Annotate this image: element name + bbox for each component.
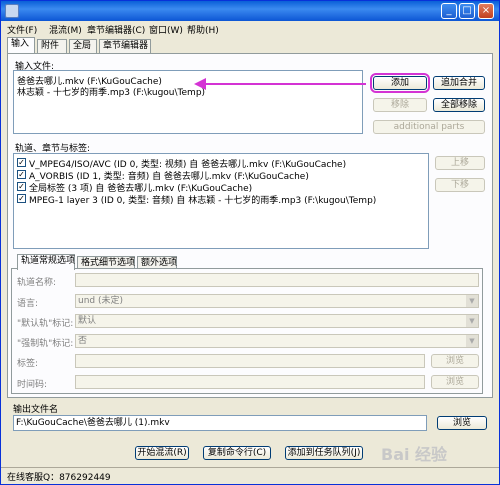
- menu-file[interactable]: 文件(F): [7, 23, 37, 36]
- remove-all-button[interactable]: 全部移除: [433, 98, 485, 112]
- status-text: 在线客服Q：876292449: [7, 473, 111, 483]
- track-checkbox[interactable]: ✓: [17, 170, 26, 179]
- close-button[interactable]: ×: [478, 3, 494, 19]
- watermark: Bai 经验: [381, 445, 448, 464]
- start-mux-button[interactable]: 开始混流(R): [135, 446, 189, 460]
- tab-chapter-editor[interactable]: 章节编辑器: [99, 39, 151, 53]
- menu-chapter-editor[interactable]: 章节编辑器(C): [87, 23, 145, 36]
- track-checkbox[interactable]: ✓: [17, 182, 26, 191]
- output-browse-button[interactable]: 浏览: [437, 416, 487, 430]
- forced-flag-select[interactable]: 否 ▼: [75, 334, 479, 348]
- maximize-button[interactable]: □: [459, 3, 475, 19]
- track-checkbox[interactable]: ✓: [17, 158, 26, 167]
- move-up-button[interactable]: 上移: [435, 156, 485, 170]
- menu-window[interactable]: 窗口(W): [149, 23, 183, 36]
- language-label: 语言:: [17, 299, 39, 309]
- list-item[interactable]: 林志颖 - 十七岁的雨季.mp3 (F:\kugou\Temp): [17, 85, 205, 98]
- tab-global[interactable]: 全局: [69, 39, 97, 53]
- output-label: 输出文件名: [13, 405, 59, 415]
- track-checkbox[interactable]: ✓: [17, 194, 26, 203]
- copy-command-button[interactable]: 复制命令行(C): [203, 446, 271, 460]
- append-button[interactable]: 追加合并: [433, 76, 485, 90]
- tags-field[interactable]: [75, 354, 425, 368]
- tags-label: 标签:: [17, 359, 39, 369]
- tab-input[interactable]: 输入: [7, 37, 35, 53]
- input-files-list[interactable]: 爸爸去哪儿.mkv (F:\KuGouCache) 林志颖 - 十七岁的雨季.m…: [13, 70, 363, 134]
- remove-button[interactable]: 移除: [373, 98, 427, 112]
- move-down-button[interactable]: 下移: [435, 178, 485, 192]
- status-bar: 在线客服Q：876292449: [1, 467, 499, 484]
- track-name-field[interactable]: [75, 273, 479, 287]
- forced-flag-label: "强制轨"标记:: [17, 339, 74, 349]
- tracks-list[interactable]: ✓ V_MPEG4/ISO/AVC (ID 0, 类型: 视频) 自 爸爸去哪儿…: [13, 153, 429, 249]
- chevron-down-icon: ▼: [466, 315, 478, 327]
- timecodes-field[interactable]: [75, 375, 425, 389]
- menu-mux[interactable]: 混流(M): [49, 23, 82, 36]
- language-select[interactable]: und (未定) ▼: [75, 294, 479, 308]
- app-window: _ □ × 文件(F) 混流(M) 章节编辑器(C) 窗口(W) 帮助(H) 输…: [0, 0, 500, 485]
- app-icon: [5, 4, 19, 18]
- language-value: und (未定): [78, 296, 124, 306]
- title-bar: _ □ ×: [1, 1, 499, 21]
- menu-bar: 文件(F) 混流(M) 章节编辑器(C) 窗口(W) 帮助(H): [1, 21, 499, 37]
- add-to-queue-button[interactable]: 添加到任务队列(J): [285, 446, 363, 460]
- tab-general-options[interactable]: 轨道常规选项: [17, 254, 75, 270]
- annotation-arrow: [194, 78, 366, 90]
- timecodes-label: 时间码:: [17, 380, 48, 390]
- add-button[interactable]: 添加: [370, 73, 430, 93]
- tags-browse-button[interactable]: 浏览: [431, 354, 479, 368]
- output-filename-field[interactable]: F:\KuGouCache\爸爸去哪儿 (1).mkv: [13, 415, 427, 431]
- minimize-button[interactable]: _: [441, 3, 457, 19]
- additional-parts-button[interactable]: additional parts: [373, 120, 485, 134]
- tab-attachments[interactable]: 附件: [37, 39, 67, 53]
- track-item[interactable]: MPEG-1 layer 3 (ID 0, 类型: 音频) 自 林志颖 - 十七…: [29, 193, 376, 206]
- forced-flag-value: 否: [78, 336, 88, 346]
- timecodes-browse-button[interactable]: 浏览: [431, 375, 479, 389]
- chevron-down-icon: ▼: [466, 295, 478, 307]
- track-name-label: 轨道名称:: [17, 278, 57, 288]
- default-flag-label: "默认轨"标记:: [17, 319, 74, 329]
- menu-help[interactable]: 帮助(H): [187, 23, 219, 36]
- chevron-down-icon: ▼: [466, 335, 478, 347]
- default-flag-select[interactable]: 默认 ▼: [75, 314, 479, 328]
- default-flag-value: 默认: [78, 316, 97, 326]
